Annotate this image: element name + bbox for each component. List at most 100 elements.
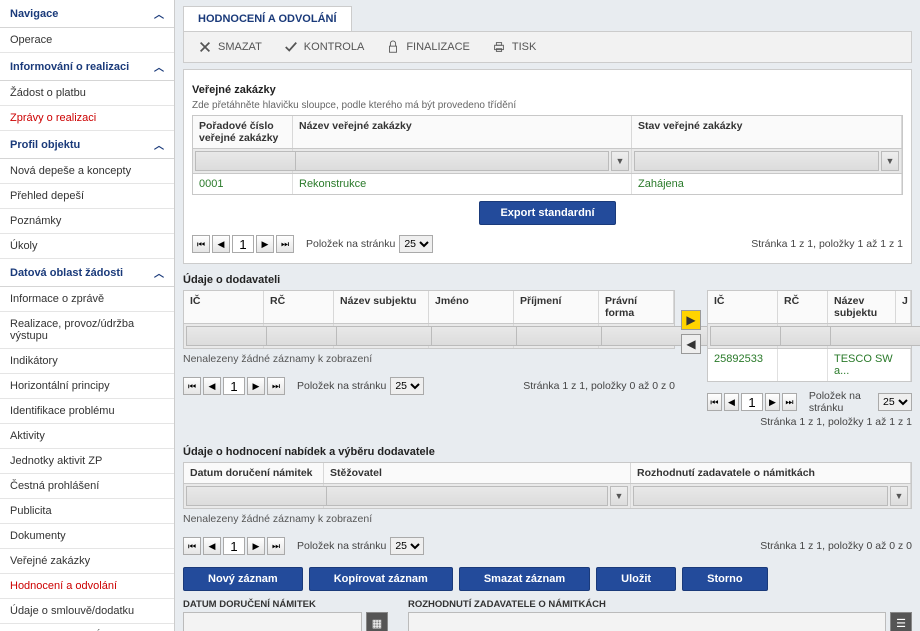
perpage-label: Položek na stránku (809, 390, 874, 414)
calendar-icon[interactable]: ▦ (366, 612, 388, 631)
nav-item[interactable]: Úkoly (0, 234, 174, 259)
delete-record-button[interactable]: Smazat záznam (459, 567, 590, 591)
pager-page-input[interactable] (223, 537, 245, 555)
col-nazev[interactable]: Název veřejné zakázky (293, 116, 632, 148)
filter-btn[interactable]: ▼ (610, 486, 628, 506)
col-datum[interactable]: Datum doručení námitek (184, 463, 324, 483)
nav-item[interactable]: Operace (0, 28, 174, 53)
pager-page-input[interactable] (232, 235, 254, 253)
col-poradove[interactable]: Pořadové číslo veřejné zakázky (193, 116, 293, 148)
finalize-button[interactable]: FINALIZACE (376, 36, 480, 58)
pager-last[interactable]: ⏭ (782, 393, 797, 411)
cell-rc-r (778, 349, 828, 381)
nav-item[interactable]: Nová depeše a koncepty (0, 159, 174, 184)
perpage-select[interactable]: 25 (399, 235, 433, 253)
cancel-button[interactable]: Storno (682, 567, 767, 591)
pager-next[interactable]: ▶ (247, 377, 265, 395)
filter-nazev-r[interactable] (830, 326, 920, 346)
nav-header[interactable]: Profil objektu︿ (0, 131, 174, 159)
nav-item[interactable]: Přehled depeší (0, 184, 174, 209)
export-button[interactable]: Export standardní (479, 201, 615, 225)
pager-first[interactable]: ⏮ (183, 377, 201, 395)
filter-stezovatel[interactable] (326, 486, 608, 506)
nav-item[interactable]: Indikátory (0, 349, 174, 374)
list-icon[interactable]: ☰ (890, 612, 912, 631)
pager-first[interactable]: ⏮ (707, 393, 722, 411)
cell-ic-r: 25892533 (708, 349, 778, 381)
filter-btn[interactable]: ▼ (890, 486, 908, 506)
pager-page-input[interactable] (223, 377, 245, 395)
pager-first[interactable]: ⏮ (192, 235, 210, 253)
perpage-select[interactable]: 25 (390, 537, 424, 555)
nav-item[interactable]: Informace o zprávě (0, 287, 174, 312)
pager-prev[interactable]: ◀ (212, 235, 230, 253)
col-prijmeni[interactable]: Příjmení (514, 291, 599, 323)
col-stezovatel[interactable]: Stěžovatel (324, 463, 631, 483)
nav-item[interactable]: Realizace, provoz/údržba výstupu (0, 312, 174, 349)
col-rc-r[interactable]: RČ (778, 291, 828, 323)
col-ic-r[interactable]: IČ (708, 291, 778, 323)
col-rozhodnuti[interactable]: Rozhodnutí zadavatele o námitkách (631, 463, 911, 483)
new-record-button[interactable]: Nový záznam (183, 567, 303, 591)
perpage-select[interactable]: 25 (390, 377, 424, 395)
nav-item[interactable]: Zprávy o realizaci (0, 106, 174, 131)
col-nazev-r[interactable]: Název subjektu (828, 291, 896, 323)
tab-hodnoceni[interactable]: HODNOCENÍ A ODVOLÁNÍ (183, 6, 352, 31)
delete-button[interactable]: SMAZAT (188, 36, 272, 58)
grid-vz-row[interactable]: 0001 Rekonstrukce Zahájena (192, 174, 903, 195)
col-nazev-subj[interactable]: Název subjektu (334, 291, 429, 323)
pager-last[interactable]: ⏭ (276, 235, 294, 253)
nav-item[interactable]: Návrh/podnět na ÚOHS (0, 624, 174, 631)
pager-page-input[interactable] (741, 393, 763, 411)
nav-header[interactable]: Navigace︿ (0, 0, 174, 28)
pager-prev[interactable]: ◀ (203, 377, 221, 395)
filter-btn-nazev[interactable]: ▼ (611, 151, 629, 171)
pager-prev[interactable]: ◀ (724, 393, 739, 411)
col-j-r[interactable]: J (896, 291, 911, 323)
nav-item[interactable]: Veřejné zakázky (0, 549, 174, 574)
nav-item[interactable]: Čestná prohlášení (0, 474, 174, 499)
nav-item[interactable]: Dokumenty (0, 524, 174, 549)
col-ic[interactable]: IČ (184, 291, 264, 323)
move-right-button[interactable]: ▶ (681, 310, 701, 330)
save-button[interactable]: Uložit (596, 567, 676, 591)
move-left-button[interactable]: ◀ (681, 334, 701, 354)
pager-next[interactable]: ▶ (247, 537, 265, 555)
nav-item[interactable]: Jednotky aktivit ZP (0, 449, 174, 474)
input-datum[interactable] (183, 612, 362, 631)
filter-stav[interactable] (634, 151, 879, 171)
pager-first[interactable]: ⏮ (183, 537, 201, 555)
pager-last[interactable]: ⏭ (267, 377, 285, 395)
print-button[interactable]: TISK (482, 36, 546, 58)
nav-item[interactable]: Aktivity (0, 424, 174, 449)
chevron-up-icon: ︿ (154, 6, 164, 21)
pager-prev[interactable]: ◀ (203, 537, 221, 555)
page-info-dod-left: Stránka 1 z 1, položky 0 až 0 z 0 (523, 380, 675, 392)
nav-header[interactable]: Datová oblast žádosti︿ (0, 259, 174, 287)
filter-nazev[interactable] (295, 151, 609, 171)
pager-next[interactable]: ▶ (765, 393, 780, 411)
filter-btn-stav[interactable]: ▼ (881, 151, 899, 171)
nav-item[interactable]: Horizontální principy (0, 374, 174, 399)
nav-item[interactable]: Údaje o smlouvě/dodatku (0, 599, 174, 624)
nav-item[interactable]: Identifikace problému (0, 399, 174, 424)
pager-next[interactable]: ▶ (256, 235, 274, 253)
col-jmeno[interactable]: Jméno (429, 291, 514, 323)
nav-item[interactable]: Publicita (0, 499, 174, 524)
grid-dod-right-row[interactable]: 25892533 TESCO SW a... (707, 349, 912, 382)
check-button[interactable]: KONTROLA (274, 36, 375, 58)
nav-header[interactable]: Informování o realizaci︿ (0, 53, 174, 81)
nav-item[interactable]: Hodnocení a odvolání (0, 574, 174, 599)
grid-dod-right: IČ RČ Název subjektu J ▼ ▼ ▼ 25892533 TE… (707, 290, 912, 432)
input-rozhodnuti[interactable] (408, 612, 886, 631)
perpage-label: Položek na stránku (297, 540, 386, 552)
nav-item[interactable]: Poznámky (0, 209, 174, 234)
col-pravni[interactable]: Právní forma (599, 291, 674, 323)
col-rc[interactable]: RČ (264, 291, 334, 323)
filter-rozhodnuti[interactable] (633, 486, 888, 506)
pager-last[interactable]: ⏭ (267, 537, 285, 555)
perpage-select[interactable]: 25 (878, 393, 912, 411)
col-stav[interactable]: Stav veřejné zakázky (632, 116, 902, 148)
copy-record-button[interactable]: Kopírovat záznam (309, 567, 453, 591)
nav-item[interactable]: Žádost o platbu (0, 81, 174, 106)
